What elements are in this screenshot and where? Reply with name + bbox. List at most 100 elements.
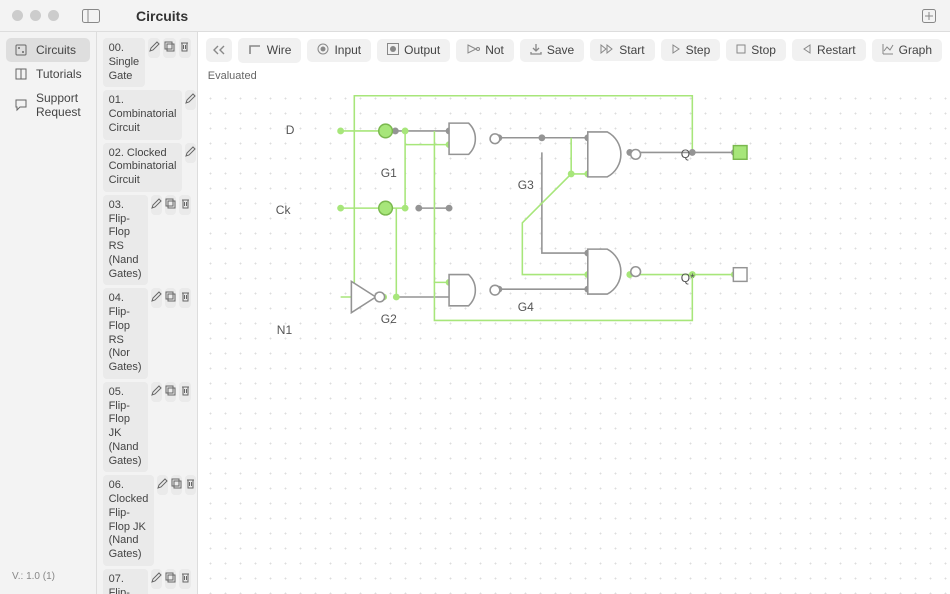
delete-button[interactable] <box>179 382 190 402</box>
circuit-row: 00. Single Gate <box>103 38 191 87</box>
gate-g3[interactable] <box>588 132 641 177</box>
delete-button[interactable] <box>185 475 196 495</box>
nav-item-support-request[interactable]: Support Request <box>6 86 90 124</box>
gate-n1[interactable] <box>351 281 384 312</box>
edit-icon <box>151 385 162 399</box>
start-button[interactable]: Start <box>590 39 654 61</box>
output-icon <box>387 43 399 58</box>
edit-icon <box>185 93 196 107</box>
stop-icon <box>736 43 746 57</box>
circuit-row: 01. Combinatorial Circuit <box>103 90 191 139</box>
nav-item-label: Tutorials <box>36 67 82 81</box>
duplicate-button[interactable] <box>165 195 176 215</box>
zoom-dot[interactable] <box>48 10 59 21</box>
label-qstar: Q* <box>681 271 695 285</box>
trash-icon <box>180 385 191 399</box>
trash-icon <box>180 572 191 586</box>
graph-button[interactable]: Graph <box>872 39 942 62</box>
trash-icon <box>180 198 191 212</box>
circuit-canvas[interactable]: D Ck Q Q* G1 G2 G3 G4 N1 <box>198 86 950 594</box>
sidebar-toggle-icon[interactable] <box>79 7 103 25</box>
copy-icon <box>165 572 176 586</box>
label-g1: G1 <box>381 166 397 180</box>
input-d[interactable] <box>379 124 393 138</box>
input-ck[interactable] <box>379 201 393 215</box>
circuit-row: 06. Clocked Flip-Flop JK (Nand Gates) <box>103 475 191 566</box>
minimize-dot[interactable] <box>30 10 41 21</box>
step-icon <box>671 43 681 57</box>
add-icon[interactable] <box>920 7 938 25</box>
copy-icon <box>165 291 176 305</box>
restart-icon <box>802 43 812 57</box>
input-tool-button[interactable]: Input <box>307 39 371 62</box>
circuits-list: 00. Single Gate01. Combinatorial Circuit… <box>97 32 198 594</box>
edit-icon <box>185 146 196 160</box>
duplicate-button[interactable] <box>165 569 176 589</box>
circuit-label[interactable]: 05. Flip-Flop JK (Nand Gates) <box>103 382 148 473</box>
trash-icon <box>179 41 190 55</box>
label-g4: G4 <box>518 300 534 314</box>
gate-g2[interactable] <box>449 275 500 306</box>
edit-button[interactable] <box>151 195 162 215</box>
circuit-label[interactable]: 03. Flip-Flop RS (Nand Gates) <box>103 195 148 286</box>
gate-g4[interactable] <box>588 249 641 294</box>
gate-g1[interactable] <box>449 123 500 154</box>
delete-button[interactable] <box>179 195 190 215</box>
output-qstar[interactable] <box>733 268 747 282</box>
edit-icon <box>151 198 162 212</box>
circuit-label[interactable]: 04. Flip-Flop RS (Nor Gates) <box>103 288 148 379</box>
copy-icon <box>165 385 176 399</box>
circuit-row: 05. Flip-Flop JK (Nand Gates) <box>103 382 191 473</box>
duplicate-button[interactable] <box>165 288 176 308</box>
canvas-area: Wire Input Output Not Save Start <box>198 32 950 594</box>
delete-button[interactable] <box>179 288 190 308</box>
edit-button[interactable] <box>151 382 162 402</box>
copy-icon <box>171 478 182 492</box>
edit-button[interactable] <box>157 475 168 495</box>
save-icon <box>530 43 542 58</box>
collapse-toolbar-icon[interactable] <box>206 38 232 62</box>
save-button[interactable]: Save <box>520 39 584 62</box>
label-g3: G3 <box>518 178 534 192</box>
not-tool-button[interactable]: Not <box>456 39 514 62</box>
circuit-label[interactable]: 06. Clocked Flip-Flop JK (Nand Gates) <box>103 475 155 566</box>
output-q[interactable] <box>733 146 747 160</box>
circuit-label[interactable]: 00. Single Gate <box>103 38 146 87</box>
stop-button[interactable]: Stop <box>726 39 786 61</box>
circuit-label[interactable]: 07. Flip-Flop JK (Nor Gates) <box>103 569 148 594</box>
output-tool-button[interactable]: Output <box>377 39 450 62</box>
edit-button[interactable] <box>151 288 162 308</box>
delete-button[interactable] <box>179 569 190 589</box>
circuit-icon <box>14 43 28 57</box>
window-title: Circuits <box>136 8 188 24</box>
nav-item-label: Support Request <box>36 91 82 119</box>
edit-button[interactable] <box>185 90 196 110</box>
circuit-row: 07. Flip-Flop JK (Nor Gates) <box>103 569 191 594</box>
copy-icon <box>165 198 176 212</box>
close-dot[interactable] <box>12 10 23 21</box>
nav-item-circuits[interactable]: Circuits <box>6 38 90 62</box>
label-ck: Ck <box>276 203 291 217</box>
nav-item-tutorials[interactable]: Tutorials <box>6 62 90 86</box>
circuit-row: 03. Flip-Flop RS (Nand Gates) <box>103 195 191 286</box>
edit-button[interactable] <box>148 38 160 58</box>
book-icon <box>14 67 28 81</box>
duplicate-button[interactable] <box>171 475 182 495</box>
bubble-icon <box>14 98 28 112</box>
label-d: D <box>286 123 295 137</box>
circuit-label[interactable]: 01. Combinatorial Circuit <box>103 90 183 139</box>
delete-button[interactable] <box>179 38 191 58</box>
wire-tool-button[interactable]: Wire <box>238 38 302 63</box>
status-label: Evaluated <box>198 68 950 86</box>
circuit-label[interactable]: 02. Clocked Combinatorial Circuit <box>103 143 183 192</box>
edit-button[interactable] <box>185 143 196 163</box>
version-label: V.: 1.0 (1) <box>6 565 90 588</box>
duplicate-button[interactable] <box>163 38 175 58</box>
step-button[interactable]: Step <box>661 39 721 61</box>
label-g2: G2 <box>381 312 397 326</box>
edit-button[interactable] <box>151 569 162 589</box>
circuit-row: 02. Clocked Combinatorial Circuit <box>103 143 191 192</box>
duplicate-button[interactable] <box>165 382 176 402</box>
window-controls <box>0 10 59 21</box>
restart-button[interactable]: Restart <box>792 39 866 61</box>
